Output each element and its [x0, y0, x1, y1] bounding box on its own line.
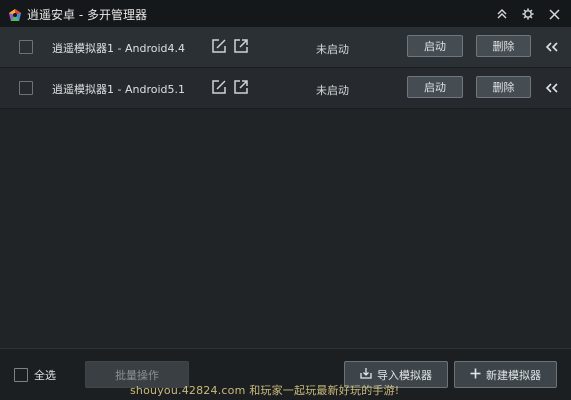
emulator-row[interactable]: 逍遥模拟器1 - Android4.4 未启动 启动 删除: [0, 27, 571, 67]
edit-icon[interactable]: [211, 38, 227, 54]
xiaoyao-logo-icon: [8, 7, 22, 21]
delete-button[interactable]: 删除: [476, 76, 531, 98]
select-all-label[interactable]: 全选: [34, 367, 56, 383]
import-label: 导入模拟器: [377, 368, 432, 382]
new-label: 新建模拟器: [486, 368, 541, 382]
collapse-button[interactable]: [489, 0, 515, 28]
start-button[interactable]: 启动: [407, 76, 463, 98]
row-checkbox[interactable]: [19, 81, 33, 95]
emulator-row[interactable]: 逍遥模拟器1 - Android5.1 未启动 启动 删除: [0, 68, 571, 108]
new-emulator-button[interactable]: 新建模拟器: [454, 361, 557, 388]
multi-instance-manager-window: 逍遥安卓 - 多开管理器 逍遥模拟器1 - Android4.4 未启动 启动 …: [0, 0, 571, 400]
double-chevron-left-icon[interactable]: [545, 39, 559, 53]
delete-button[interactable]: 删除: [476, 35, 531, 57]
settings-button[interactable]: [515, 0, 541, 28]
gear-icon: [522, 8, 534, 20]
title-actions: [489, 0, 571, 28]
emulator-name: 逍遥模拟器1 - Android5.1: [52, 83, 185, 96]
row-divider: [0, 108, 571, 109]
select-all-checkbox[interactable]: [14, 368, 28, 382]
status-label: 未启动: [316, 84, 349, 97]
watermark-text: shouyou.42824.com 和玩家一起玩最新好玩的手游!: [130, 384, 400, 397]
plus-icon: [470, 368, 481, 382]
external-link-icon[interactable]: [233, 79, 249, 95]
edit-icon[interactable]: [211, 79, 227, 95]
import-icon: [360, 367, 372, 382]
emulator-name: 逍遥模拟器1 - Android4.4: [52, 42, 185, 55]
window-title: 逍遥安卓 - 多开管理器: [27, 7, 147, 22]
close-button[interactable]: [541, 0, 567, 28]
status-label: 未启动: [316, 43, 349, 56]
start-button[interactable]: 启动: [407, 35, 463, 57]
external-link-icon[interactable]: [233, 38, 249, 54]
close-icon: [548, 8, 560, 20]
double-chevron-left-icon[interactable]: [545, 80, 559, 94]
row-checkbox[interactable]: [19, 40, 33, 54]
title-bar[interactable]: 逍遥安卓 - 多开管理器: [0, 0, 571, 28]
double-chevron-up-icon: [496, 8, 508, 20]
